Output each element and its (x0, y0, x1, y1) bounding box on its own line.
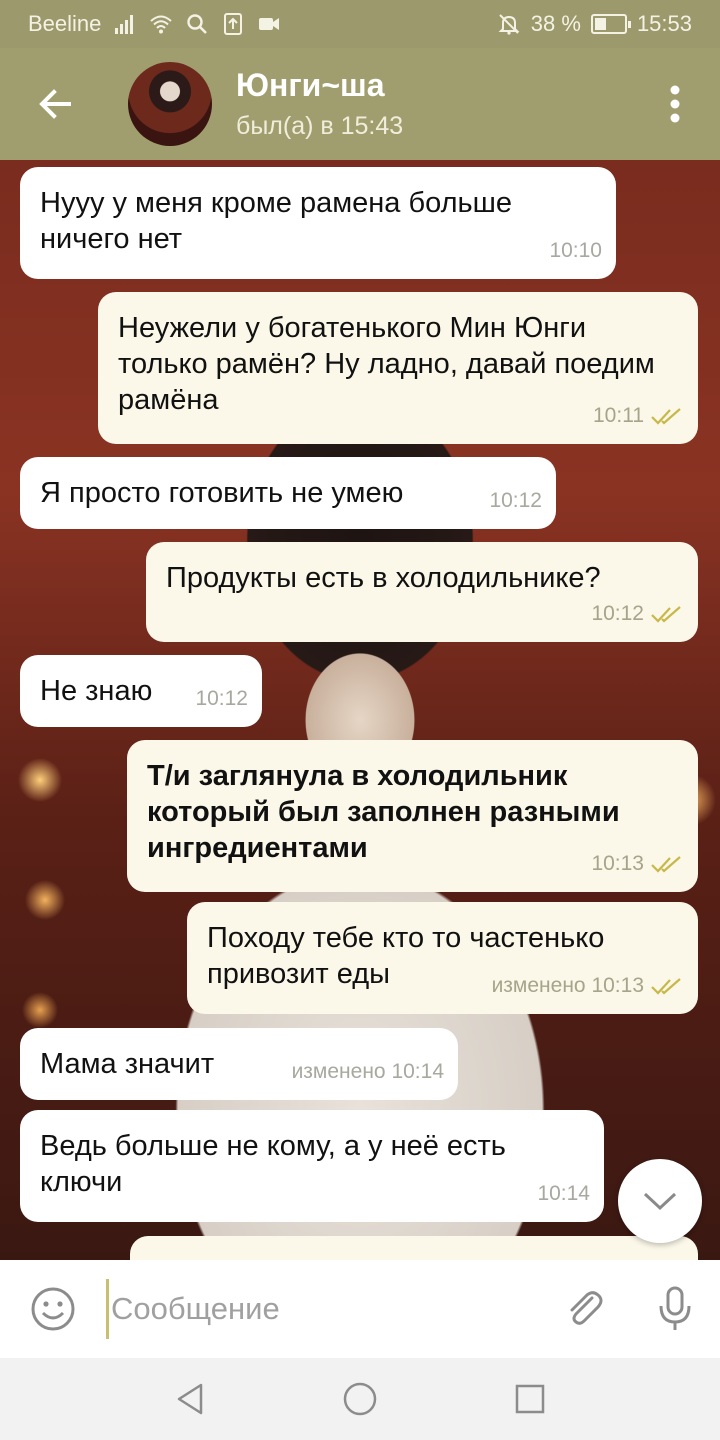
contact-last-seen: был(а) в 15:43 (236, 112, 404, 140)
message-time: 10:13 (591, 852, 644, 875)
message-time: 10:12 (489, 489, 542, 512)
emoji-smile-icon (31, 1287, 75, 1331)
signal-icon (115, 15, 134, 34)
chat-area[interactable]: Нууу у меня кроме рамена больше ничего н… (0, 160, 720, 1260)
read-ticks-icon (651, 606, 681, 623)
video-icon (259, 18, 280, 30)
wifi-icon (150, 15, 173, 34)
message-bubble-partial[interactable] (130, 1236, 698, 1260)
home-circle-icon (343, 1382, 377, 1416)
battery-percent: 38 % (530, 11, 581, 36)
upload-icon (224, 13, 243, 35)
attach-button[interactable] (540, 1260, 630, 1358)
message-bubble[interactable]: Ведь больше не кому, а у неё есть ключи … (20, 1110, 604, 1222)
message-bubble[interactable]: Т/и заглянула в холодильник который был … (127, 740, 698, 892)
nav-back-button[interactable] (160, 1369, 220, 1429)
message-time: 10:10 (549, 239, 602, 262)
message-bubble[interactable]: Не знаю 10:12 (20, 655, 262, 727)
message-time: 10:12 (195, 687, 248, 710)
battery-icon (590, 14, 631, 34)
message-time: изменено 10:14 (291, 1060, 444, 1083)
chat-header: Юнги~ша был(а) в 15:43 (0, 48, 720, 160)
arrow-left-icon (39, 89, 71, 119)
message-text: Нууу у меня кроме рамена больше ничего н… (40, 187, 513, 255)
status-bar: Beeline 38 % 15:53 (0, 0, 720, 48)
contact-name: Юнги~ша (236, 67, 385, 103)
message-time: изменено 10:13 (491, 974, 644, 997)
message-time: 10:11 (593, 404, 644, 427)
read-ticks-icon (651, 408, 681, 425)
back-triangle-icon (177, 1383, 203, 1415)
message-input[interactable] (106, 1279, 540, 1339)
read-ticks-icon (651, 856, 681, 873)
microphone-icon (659, 1286, 691, 1330)
more-vertical-icon (670, 85, 680, 123)
message-composer (0, 1260, 720, 1358)
clock: 15:53 (636, 11, 692, 36)
scroll-down-button[interactable] (618, 1159, 702, 1243)
message-bubble[interactable]: Мама значит изменено 10:14 (20, 1028, 458, 1100)
paperclip-icon (570, 1291, 603, 1325)
message-bubble[interactable]: Неужели у богатенького Мин Юнги только р… (98, 292, 698, 444)
back-button[interactable] (0, 48, 110, 160)
chevron-down-icon (643, 1192, 677, 1211)
message-text: Ведь больше не кому, а у неё есть ключи (40, 1130, 506, 1198)
carrier-label: Beeline (28, 11, 102, 36)
message-bubble[interactable]: Продукты есть в холодильнике? 10:12 (146, 542, 698, 642)
microphone-button[interactable] (630, 1260, 720, 1358)
avatar[interactable] (128, 62, 212, 146)
message-bubble[interactable]: Походу тебе кто то частенько привозит ед… (187, 902, 698, 1014)
nav-recents-button[interactable] (500, 1369, 560, 1429)
menu-button[interactable] (630, 48, 720, 160)
message-time: 10:12 (591, 602, 644, 625)
message-text: Я просто готовить не умею (40, 477, 404, 509)
search-icon (187, 14, 208, 34)
message-bubble[interactable]: Я просто готовить не умею 10:12 (20, 457, 556, 529)
system-nav-bar (0, 1358, 720, 1440)
read-ticks-icon (651, 978, 681, 995)
nav-home-button[interactable] (330, 1369, 390, 1429)
recents-square-icon (515, 1384, 545, 1414)
contact-info[interactable]: Юнги~ша был(а) в 15:43 (236, 67, 403, 141)
message-time: 10:14 (537, 1182, 590, 1205)
mute-bell-icon (498, 14, 520, 35)
emoji-button[interactable] (0, 1260, 106, 1358)
message-text: Продукты есть в холодильнике? (166, 562, 601, 594)
message-bubble[interactable]: Нууу у меня кроме рамена больше ничего н… (20, 167, 616, 279)
